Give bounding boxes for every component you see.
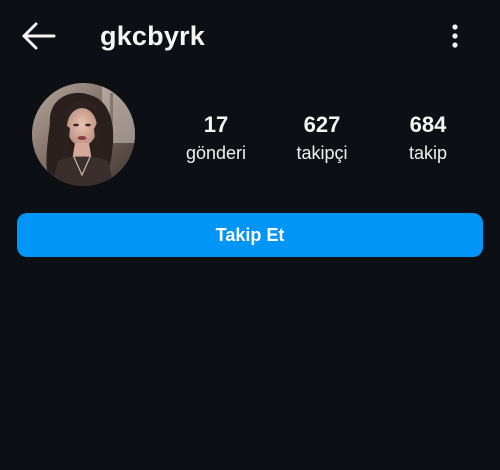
back-button[interactable] <box>14 16 62 56</box>
more-options-button[interactable] <box>440 20 470 52</box>
follow-button[interactable]: Takip Et <box>17 213 483 257</box>
posts-count: 17 <box>203 112 229 137</box>
following-stat[interactable]: 684 takip <box>373 112 483 165</box>
posts-stat[interactable]: 17 gönderi <box>161 112 271 165</box>
profile-username: gkcbyrk <box>100 21 205 51</box>
following-count: 684 <box>409 112 447 137</box>
followers-label: takipçi <box>296 143 348 163</box>
avatar[interactable] <box>32 83 135 186</box>
more-vertical-icon <box>440 20 470 52</box>
following-label: takip <box>408 143 448 163</box>
arrow-left-icon <box>14 16 62 56</box>
profile-screen: gkcbyrk 17 gönderi 627 takipçi 684 takip… <box>0 0 500 470</box>
followers-count: 627 <box>303 112 341 137</box>
followers-stat[interactable]: 627 takipçi <box>267 112 377 165</box>
posts-label: gönderi <box>185 143 247 163</box>
top-bar: gkcbyrk <box>0 0 500 72</box>
